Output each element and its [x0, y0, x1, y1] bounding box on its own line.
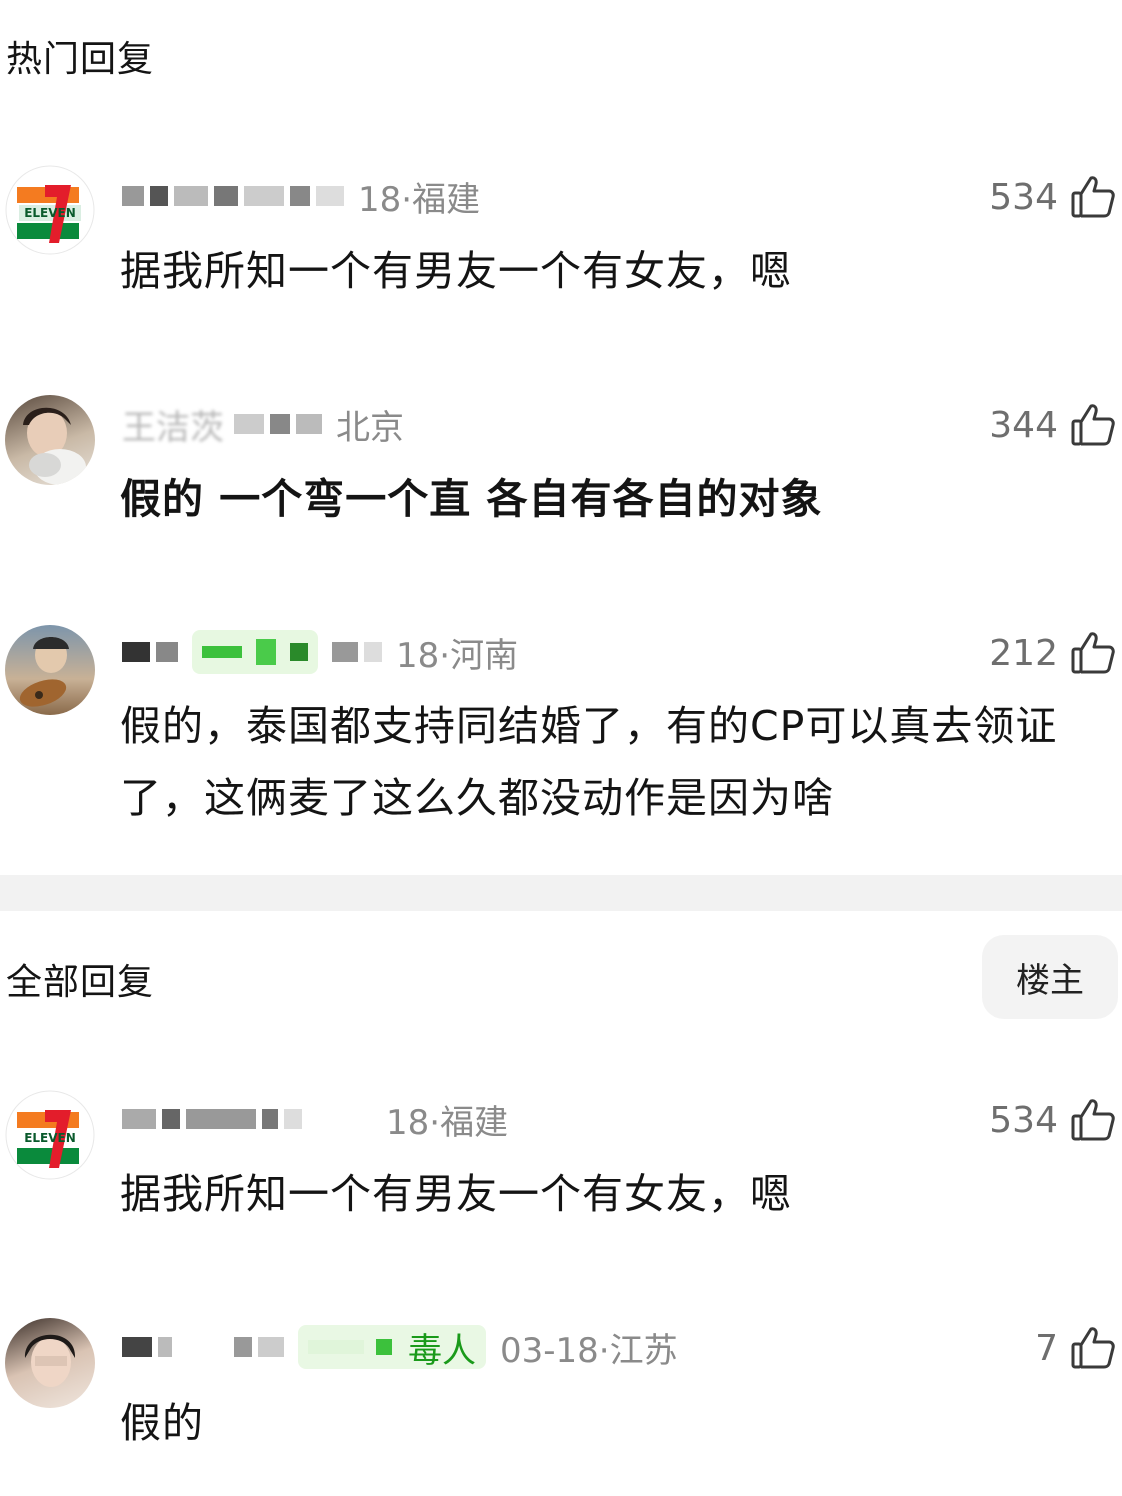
thumbs-up-icon — [1071, 1099, 1115, 1141]
comment-meta: 18·福建 — [386, 1102, 509, 1143]
username-redacted[interactable] — [122, 632, 184, 672]
comment-text: 假的 一个弯一个直 各自有各自的对象 — [120, 475, 823, 523]
comment-text: 据我所知一个有男友一个有女友，嗯 — [120, 247, 792, 295]
comment-meta: 北京 — [336, 407, 404, 448]
hot-replies-title: 热门回复 — [6, 39, 155, 80]
username-redacted[interactable] — [122, 176, 350, 216]
comment-text: 假的 — [120, 1399, 204, 1447]
like-button[interactable]: 7 — [1035, 1323, 1116, 1373]
username-redacted[interactable] — [122, 1099, 308, 1139]
user-avatar[interactable] — [5, 395, 95, 485]
user-tag: 毒人 — [298, 1325, 486, 1371]
svg-text:ELEVEN: ELEVEN — [24, 1131, 76, 1145]
user-avatar[interactable] — [5, 625, 95, 715]
username-mosaic — [332, 632, 388, 672]
op-filter-button[interactable]: 楼主 — [982, 935, 1118, 1019]
all-replies-title: 全部回复 — [6, 962, 155, 1003]
username-mosaic — [234, 404, 328, 444]
seven-eleven-avatar[interactable]: ELEVEN — [5, 165, 95, 255]
comment-meta: 18·福建 — [358, 179, 481, 220]
tag-label: 毒人 — [408, 1330, 476, 1371]
like-count: 344 — [989, 404, 1058, 446]
like-button[interactable]: 534 — [989, 172, 1116, 222]
thumbs-up-icon — [1071, 1327, 1115, 1369]
like-button[interactable]: 212 — [989, 628, 1116, 678]
comment-text: 据我所知一个有男友一个有女友，嗯 — [120, 1170, 792, 1218]
like-count: 534 — [989, 176, 1058, 218]
user-avatar[interactable] — [5, 1318, 95, 1408]
user-badge — [192, 630, 318, 674]
comment-text: 假的，泰国都支持同结婚了，有的CP可以真去领证了，这俩麦了这么久都没动作是因为啥 — [120, 702, 1058, 822]
like-count: 534 — [989, 1099, 1058, 1141]
thumbs-up-icon — [1071, 404, 1115, 446]
like-button[interactable]: 534 — [989, 1095, 1116, 1145]
svg-text:ELEVEN: ELEVEN — [24, 206, 76, 220]
comment-meta: 03-18·江苏 — [500, 1330, 678, 1371]
seven-eleven-avatar[interactable]: ELEVEN — [5, 1090, 95, 1180]
like-count: 212 — [989, 632, 1058, 674]
comment-meta: 18·河南 — [396, 635, 519, 676]
like-count: 7 — [1035, 1327, 1058, 1369]
thumbs-up-icon — [1071, 632, 1115, 674]
username-redacted[interactable] — [122, 1327, 290, 1367]
username-redacted[interactable]: 王洁茨 — [122, 400, 224, 449]
section-divider — [0, 875, 1122, 911]
thumbs-up-icon — [1071, 176, 1115, 218]
like-button[interactable]: 344 — [989, 400, 1116, 450]
